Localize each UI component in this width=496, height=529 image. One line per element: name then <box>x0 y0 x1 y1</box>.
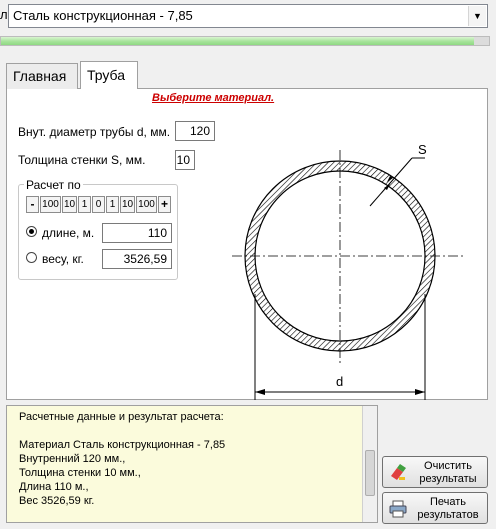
warning-text: Выберите материал. <box>152 92 275 104</box>
diameter-arrow-right-icon <box>415 389 425 395</box>
print-results-line2: результатов <box>417 509 479 521</box>
material-select-value: Сталь конструкционная - 7,85 <box>13 8 193 23</box>
weight-field[interactable]: 3526,59 <box>102 249 172 269</box>
results-textarea[interactable]: Расчетные данные и результат расчета: Ма… <box>6 405 378 523</box>
printer-icon <box>389 500 407 518</box>
scrollbar-thumb[interactable] <box>365 450 375 496</box>
step-plus-1-button[interactable]: 1 <box>106 196 119 213</box>
inner-diameter-label: Внут. диаметр трубы d, мм. <box>18 125 171 139</box>
results-line: Расчетные данные и результат расчета: <box>19 411 224 423</box>
radio-by-length[interactable] <box>26 226 37 237</box>
material-select[interactable]: Сталь конструкционная - 7,85 ▼ <box>8 4 488 28</box>
eraser-icon <box>391 464 406 480</box>
results-line: Вес 3526,59 кг. <box>19 495 95 507</box>
pipe-cross-section-drawing: S d <box>232 142 465 400</box>
chevron-down-icon[interactable]: ▼ <box>468 6 486 26</box>
material-label: л <box>0 7 8 22</box>
results-line: Материал Сталь конструкционная - 7,85 <box>19 439 226 451</box>
results-line: Длина 110 м., <box>19 481 89 493</box>
step-plus-100-button[interactable]: 100 <box>136 196 157 213</box>
progress-fill <box>1 37 475 45</box>
wall-thickness-label: Толщина стенки S, мм. <box>18 153 146 167</box>
clear-results-button[interactable]: Очистить результаты <box>382 456 488 488</box>
step-plus-10-button[interactable]: 10 <box>120 196 135 213</box>
tab-main[interactable]: Главная <box>6 63 78 89</box>
step-minus-button[interactable]: - <box>26 196 39 213</box>
print-results-button[interactable]: Печать результатов <box>382 492 488 524</box>
diameter-symbol: d <box>336 374 343 389</box>
results-scrollbar[interactable] <box>362 406 377 522</box>
diameter-arrow-left-icon <box>255 389 265 395</box>
calc-group-label: Расчет по <box>24 178 83 192</box>
step-zero-button[interactable]: 0 <box>92 196 105 213</box>
results-line: Внутренний 120 мм., <box>19 453 126 465</box>
by-length-label: длине, м. <box>42 226 95 240</box>
step-minus-10-button[interactable]: 10 <box>62 196 77 213</box>
inner-diameter-field[interactable]: 120 <box>175 121 215 141</box>
step-minus-100-button[interactable]: 100 <box>40 196 61 213</box>
clear-results-line2: результаты <box>419 473 477 485</box>
step-plus-button[interactable]: + <box>158 196 171 213</box>
clear-results-line1: Очистить <box>424 460 472 472</box>
print-results-line1: Печать <box>429 496 467 508</box>
progress-bar <box>0 36 490 46</box>
by-weight-label: весу, кг. <box>42 252 84 266</box>
length-field[interactable]: 110 <box>102 223 172 243</box>
tab-pipe[interactable]: Труба <box>80 61 138 89</box>
wall-thickness-field[interactable]: 10 <box>175 150 195 170</box>
step-minus-1-button[interactable]: 1 <box>78 196 91 213</box>
radio-by-weight[interactable] <box>26 252 37 263</box>
wall-thickness-symbol: S <box>418 142 427 157</box>
results-line: Толщина стенки 10 мм., <box>19 467 141 479</box>
